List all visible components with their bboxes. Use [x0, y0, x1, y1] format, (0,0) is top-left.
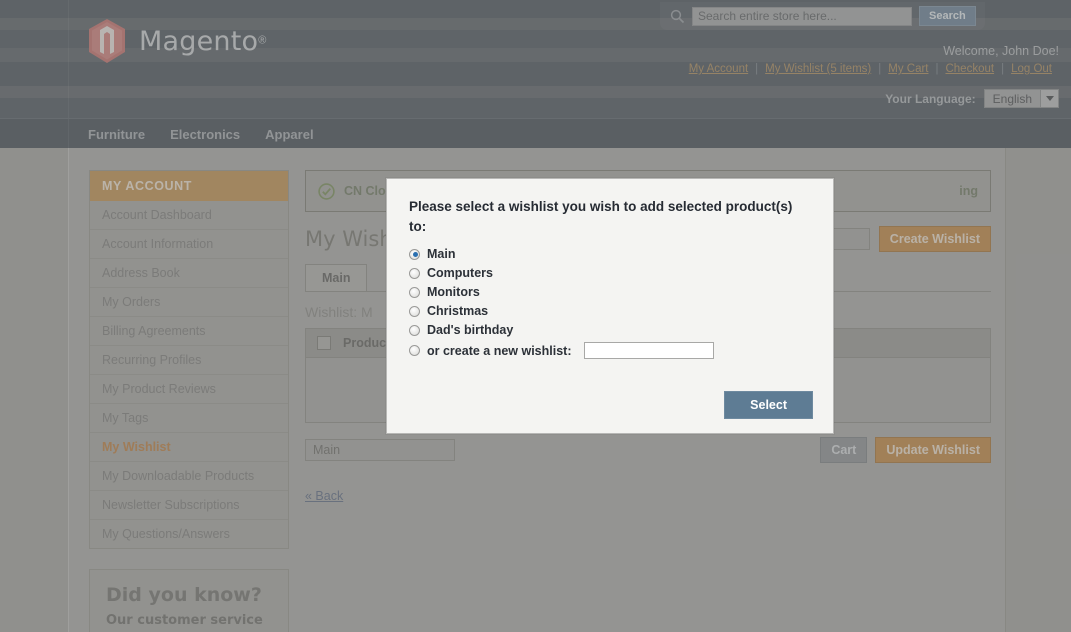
radio-option-main[interactable]: Main [409, 247, 811, 261]
radio-icon-christmas[interactable] [409, 305, 420, 317]
new-wishlist-input[interactable] [583, 342, 714, 360]
radio-icon-dads-birthday[interactable] [409, 324, 420, 336]
wishlist-select-modal: Please select a wishlist you wish to add… [386, 178, 834, 434]
radio-option-computers[interactable]: Computers [409, 266, 811, 280]
select-button[interactable]: Select [724, 391, 813, 419]
radio-icon-create-new[interactable] [409, 345, 420, 357]
radio-label-main: Main [427, 247, 456, 262]
modal-footer: Select [724, 391, 813, 419]
radio-icon-monitors[interactable] [409, 286, 420, 298]
radio-option-create-new[interactable]: or create a new wishlist: [409, 342, 811, 360]
radio-option-dads-birthday[interactable]: Dad's birthday [409, 323, 811, 337]
radio-option-monitors[interactable]: Monitors [409, 285, 811, 299]
modal-title: Please select a wishlist you wish to add… [409, 199, 793, 234]
radio-label-dads-birthday: Dad's birthday [427, 323, 514, 338]
wishlist-radio-group: Main Computers Monitors Christmas Dad's … [409, 247, 811, 360]
radio-label-christmas: Christmas [427, 304, 489, 319]
radio-icon-main[interactable] [409, 248, 420, 260]
radio-label-monitors: Monitors [427, 285, 480, 300]
radio-label-computers: Computers [427, 266, 493, 281]
radio-option-christmas[interactable]: Christmas [409, 304, 811, 318]
radio-label-create-new: or create a new wishlist: [427, 343, 572, 358]
radio-icon-computers[interactable] [409, 267, 420, 279]
